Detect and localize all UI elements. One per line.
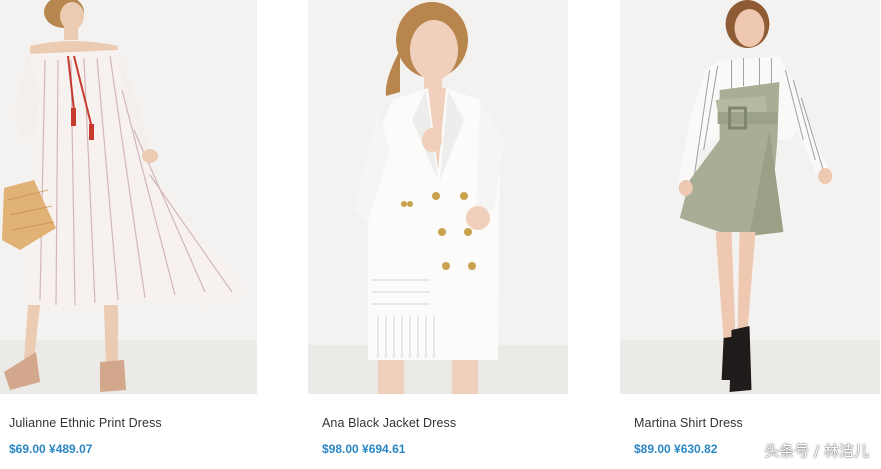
product-card[interactable]: Julianne Ethnic Print Dress $69.00 ¥489.… [0, 0, 260, 469]
product-image[interactable] [308, 0, 568, 394]
model-striped-dress-icon [0, 0, 257, 394]
product-price: $98.00 ¥694.61 [322, 442, 406, 456]
product-card[interactable]: Ana Black Jacket Dress $98.00 ¥694.61 [308, 0, 568, 469]
product-image[interactable] [620, 0, 880, 394]
product-card[interactable]: Martina Shirt Dress $89.00 ¥630.82 [620, 0, 880, 469]
product-image[interactable] [0, 0, 257, 394]
product-name[interactable]: Ana Black Jacket Dress [322, 416, 456, 430]
watermark-text: 头条号 / 林洁儿 [764, 442, 869, 460]
product-price: $89.00 ¥630.82 [634, 442, 718, 456]
product-name[interactable]: Julianne Ethnic Print Dress [9, 416, 162, 430]
product-grid: Julianne Ethnic Print Dress $69.00 ¥489.… [0, 0, 881, 469]
model-white-blazer-dress-icon [308, 0, 568, 394]
model-shirt-dress-icon [620, 0, 880, 394]
product-name[interactable]: Martina Shirt Dress [634, 416, 743, 430]
product-price: $69.00 ¥489.07 [9, 442, 93, 456]
